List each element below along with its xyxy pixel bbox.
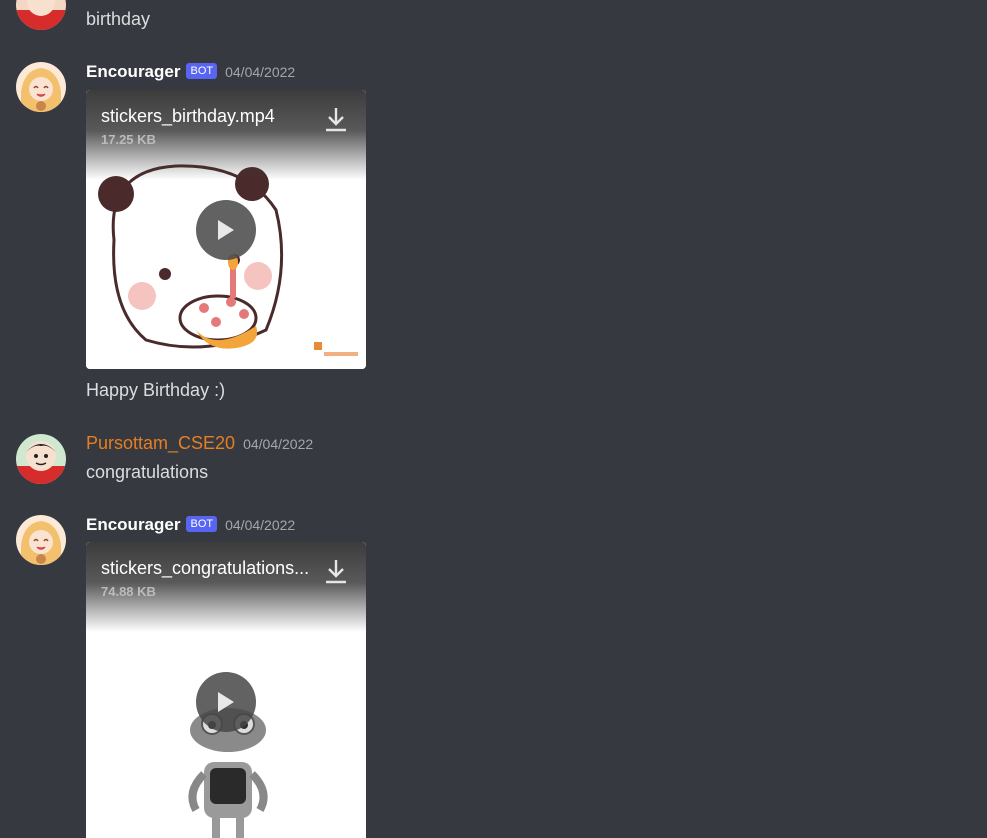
bot-badge: BOT bbox=[186, 63, 218, 79]
video-attachment[interactable]: stickers_birthday.mp4 17.25 KB bbox=[86, 90, 366, 369]
bot-avatar[interactable] bbox=[16, 515, 66, 565]
message-text: congratulations bbox=[86, 462, 209, 482]
bot-badge: BOT bbox=[186, 516, 218, 532]
attachment-filename: stickers_congratulations... bbox=[101, 558, 310, 578]
timestamp[interactable]: 04/04/2022 bbox=[225, 64, 295, 80]
message-text: Happy Birthday :) bbox=[86, 380, 226, 400]
username[interactable]: Encourager bbox=[86, 62, 180, 82]
play-button[interactable] bbox=[196, 200, 256, 260]
message-text: birthday bbox=[86, 9, 151, 29]
play-icon bbox=[218, 692, 234, 712]
play-button[interactable] bbox=[196, 672, 256, 732]
play-icon bbox=[218, 220, 234, 240]
timestamp[interactable]: 04/04/2022 bbox=[225, 517, 295, 533]
message-header: Pursottam_CSE20 04/04/2022 bbox=[86, 433, 313, 454]
attachment-size: 17.25 KB bbox=[101, 132, 156, 147]
username[interactable]: Encourager bbox=[86, 515, 180, 535]
timestamp[interactable]: 04/04/2022 bbox=[243, 436, 313, 452]
download-icon[interactable] bbox=[324, 558, 348, 586]
attachment-filename: stickers_birthday.mp4 bbox=[101, 106, 275, 126]
download-icon[interactable] bbox=[324, 106, 348, 134]
user-avatar[interactable] bbox=[16, 0, 66, 30]
username[interactable]: Pursottam_CSE20 bbox=[86, 433, 235, 454]
bot-avatar[interactable] bbox=[16, 62, 66, 112]
attachment-size: 74.88 KB bbox=[101, 584, 156, 599]
message-header: Encourager BOT 04/04/2022 bbox=[86, 62, 295, 82]
video-attachment[interactable]: stickers_congratulations... 74.88 KB bbox=[86, 542, 366, 838]
message-header: Encourager BOT 04/04/2022 bbox=[86, 515, 295, 535]
user-avatar[interactable] bbox=[16, 434, 66, 484]
